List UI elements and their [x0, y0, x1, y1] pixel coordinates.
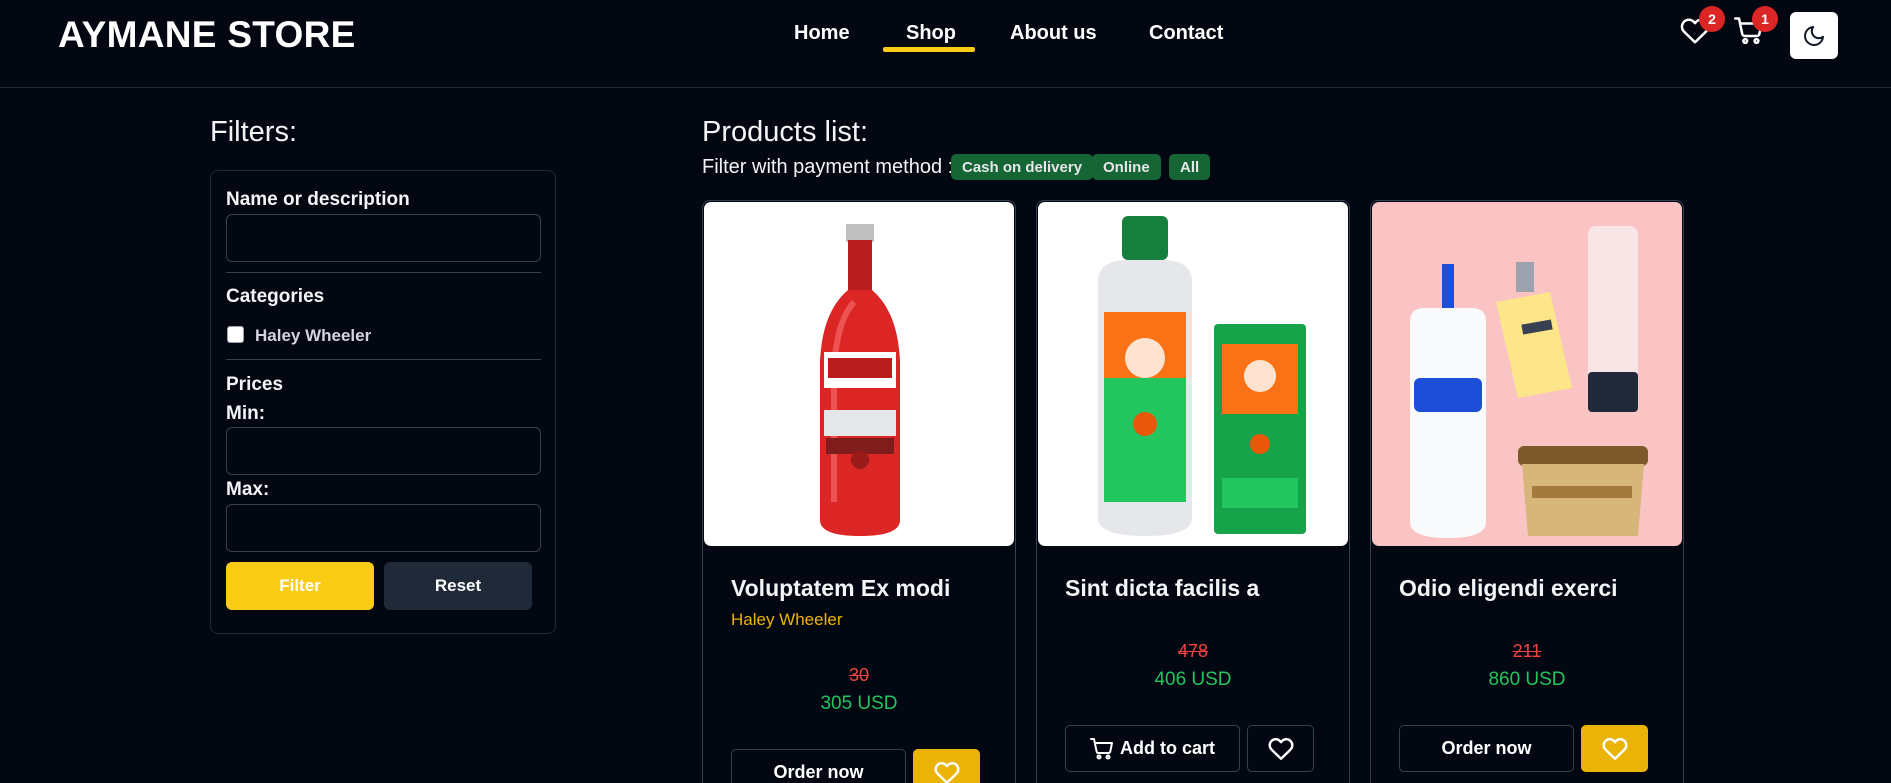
product-title[interactable]: Voluptatem Ex modi — [731, 575, 950, 602]
payment-filter-label: Filter with payment method : — [702, 156, 954, 178]
vodka-bottle-image — [820, 224, 900, 536]
add-to-cart-button[interactable]: Add to cart — [1065, 725, 1240, 772]
skincare-products-image — [1410, 226, 1648, 538]
product-card[interactable]: Odio eligendi exerci 211 860 USD Order n… — [1370, 200, 1684, 783]
max-price-input[interactable] — [226, 504, 541, 552]
category-checkbox[interactable] — [227, 326, 244, 343]
product-image[interactable] — [1038, 202, 1348, 546]
cart-icon — [1089, 737, 1113, 759]
product-title[interactable]: Odio eligendi exerci — [1399, 575, 1618, 602]
order-now-button[interactable]: Order now — [1399, 725, 1574, 772]
nav-contact[interactable]: Contact — [1149, 22, 1223, 45]
heart-icon — [1268, 737, 1293, 760]
category-label: Haley Wheeler — [255, 326, 372, 345]
wishlist-toggle-button[interactable] — [1581, 725, 1648, 772]
filter-button[interactable]: Filter — [226, 562, 374, 610]
theme-toggle-button[interactable] — [1790, 12, 1838, 59]
name-filter-label: Name or description — [226, 189, 410, 210]
old-price: 211 — [1512, 641, 1542, 661]
order-now-button[interactable]: Order now — [731, 749, 906, 783]
product-card[interactable]: Voluptatem Ex modi Haley Wheeler 30 305 … — [702, 200, 1016, 783]
nav-home[interactable]: Home — [794, 22, 850, 45]
payment-online[interactable]: Online — [1092, 154, 1161, 180]
top-header: AYMANE STORE Home Shop About us Contact … — [0, 0, 1891, 88]
payment-all[interactable]: All — [1169, 154, 1211, 180]
nav-shop[interactable]: Shop — [906, 22, 956, 45]
min-price-input[interactable] — [226, 427, 541, 475]
categories-label: Categories — [226, 286, 325, 307]
product-category: Haley Wheeler — [731, 610, 843, 629]
order-now-label: Order now — [773, 762, 864, 782]
nav-about-us[interactable]: About us — [1010, 22, 1097, 45]
new-price: 406 USD — [1154, 669, 1232, 690]
add-to-cart-label: Add to cart — [1119, 738, 1215, 758]
wishlist-count-badge: 2 — [1699, 6, 1725, 32]
wishlist-button[interactable]: 2 — [1680, 6, 1725, 52]
old-price: 478 — [1177, 641, 1209, 661]
name-filter-input[interactable] — [226, 214, 541, 262]
products-title: Products list: — [702, 116, 868, 148]
divider — [226, 359, 541, 360]
heart-icon — [1602, 737, 1627, 760]
product-card[interactable]: Sint dicta facilis a 478 406 USD Add to … — [1036, 200, 1350, 783]
filters-title: Filters: — [210, 116, 297, 148]
insect-repellent-image — [1098, 216, 1306, 536]
filters-panel: Name or description Categories Haley Whe… — [210, 170, 556, 634]
product-image[interactable] — [1372, 202, 1682, 546]
reset-button[interactable]: Reset — [384, 562, 532, 610]
payment-cash-on-delivery[interactable]: Cash on delivery — [951, 154, 1094, 180]
brand-logo[interactable]: AYMANE STORE — [58, 14, 356, 56]
product-image[interactable] — [704, 202, 1014, 546]
wishlist-toggle-button[interactable] — [1247, 725, 1314, 772]
new-price: 305 USD — [820, 693, 898, 714]
divider — [226, 272, 541, 273]
product-title[interactable]: Sint dicta facilis a — [1065, 575, 1259, 602]
heart-icon — [934, 761, 959, 783]
min-price-label: Min: — [226, 403, 266, 424]
order-now-label: Order now — [1441, 738, 1532, 758]
active-nav-indicator — [883, 47, 975, 52]
moon-icon — [1804, 25, 1824, 46]
wishlist-toggle-button[interactable] — [913, 749, 980, 783]
old-price: 30 — [848, 665, 870, 685]
max-price-label: Max: — [226, 479, 270, 500]
prices-label: Prices — [226, 374, 284, 395]
cart-button[interactable]: 1 — [1734, 6, 1778, 52]
new-price: 860 USD — [1488, 669, 1566, 690]
cart-count-badge: 1 — [1752, 6, 1778, 32]
